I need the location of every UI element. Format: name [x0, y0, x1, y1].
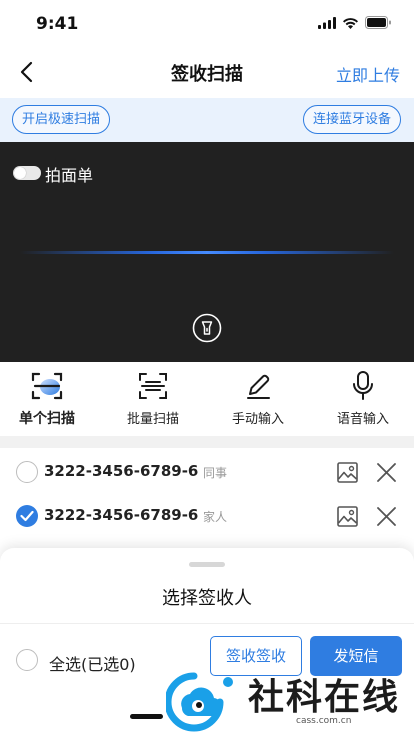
- mode-batch-scan[interactable]: 批量扫描: [113, 370, 193, 432]
- watermark: 社科在线 cass.com.cn: [166, 666, 406, 734]
- mode-label: 单个扫描: [19, 411, 75, 427]
- nav-bar: 签收扫描 立即上传: [0, 48, 414, 98]
- mode-label: 语音输入: [336, 412, 389, 427]
- close-icon[interactable]: [376, 506, 397, 527]
- section-divider: [0, 436, 414, 448]
- tracking-number: 3222-3456-6789-6: [44, 506, 199, 524]
- select-all-label: 全选(已选0): [49, 655, 136, 674]
- home-indicator[interactable]: [130, 714, 163, 719]
- mode-voice-input[interactable]: 语音输入: [323, 370, 403, 432]
- camera-viewfinder[interactable]: 拍面单: [0, 142, 414, 362]
- flashlight-icon[interactable]: [192, 313, 222, 343]
- mode-label: 手动输入: [231, 412, 284, 427]
- image-icon[interactable]: [337, 506, 358, 527]
- microphone-icon: [353, 371, 373, 400]
- toggle-knob: [14, 167, 26, 179]
- mode-single-scan[interactable]: 单个扫描: [7, 370, 87, 432]
- scan-line: [20, 251, 394, 254]
- pen-icon: [247, 374, 270, 399]
- image-icon[interactable]: [337, 462, 358, 483]
- watermark-brand-text: 社科在线: [248, 676, 401, 718]
- brand-logo: [166, 672, 233, 732]
- status-icons: [318, 16, 392, 29]
- item-checkbox[interactable]: [16, 461, 38, 483]
- sheet-grabber[interactable]: [189, 562, 225, 567]
- upload-now-button[interactable]: 立即上传: [336, 62, 400, 86]
- list-item: 3222-3456-6789-6 同事: [0, 450, 414, 494]
- sheet-divider: [0, 623, 414, 624]
- recipient-tag: 家人: [203, 510, 228, 524]
- status-time: 9:41: [36, 14, 79, 34]
- sheet-title: 选择签收人: [162, 588, 252, 609]
- status-bar: 9:41: [0, 0, 414, 48]
- mode-manual-input[interactable]: 手动输入: [218, 370, 298, 432]
- photo-waybill-label: 拍面单: [45, 166, 94, 185]
- close-icon[interactable]: [376, 462, 397, 483]
- photo-waybill-toggle[interactable]: [13, 166, 41, 180]
- connect-bluetooth-button[interactable]: 连接蓝牙设备: [302, 105, 401, 134]
- tracking-number: 3222-3456-6789-6: [44, 462, 199, 480]
- signal-icon: [318, 16, 336, 29]
- item-checkbox[interactable]: [16, 505, 38, 527]
- mode-label: 批量扫描: [126, 412, 179, 427]
- batch-scan-icon: [139, 373, 167, 399]
- recipient-tag: 同事: [203, 466, 228, 480]
- select-all-checkbox[interactable]: [16, 649, 38, 671]
- fast-scan-button[interactable]: 开启极速扫描: [12, 105, 111, 134]
- watermark-url: cass.com.cn: [296, 716, 352, 726]
- wifi-icon: [343, 17, 358, 29]
- checkmark-icon: [20, 510, 34, 522]
- scan-options-bar: 开启极速扫描 连接蓝牙设备: [0, 98, 414, 142]
- list-item: 3222-3456-6789-6 家人: [0, 494, 414, 538]
- battery-icon: [365, 16, 391, 29]
- scan-mode-bar: 单个扫描 批量扫描 手动输入 语音输入: [0, 362, 414, 436]
- scan-frame-icon: [31, 372, 63, 400]
